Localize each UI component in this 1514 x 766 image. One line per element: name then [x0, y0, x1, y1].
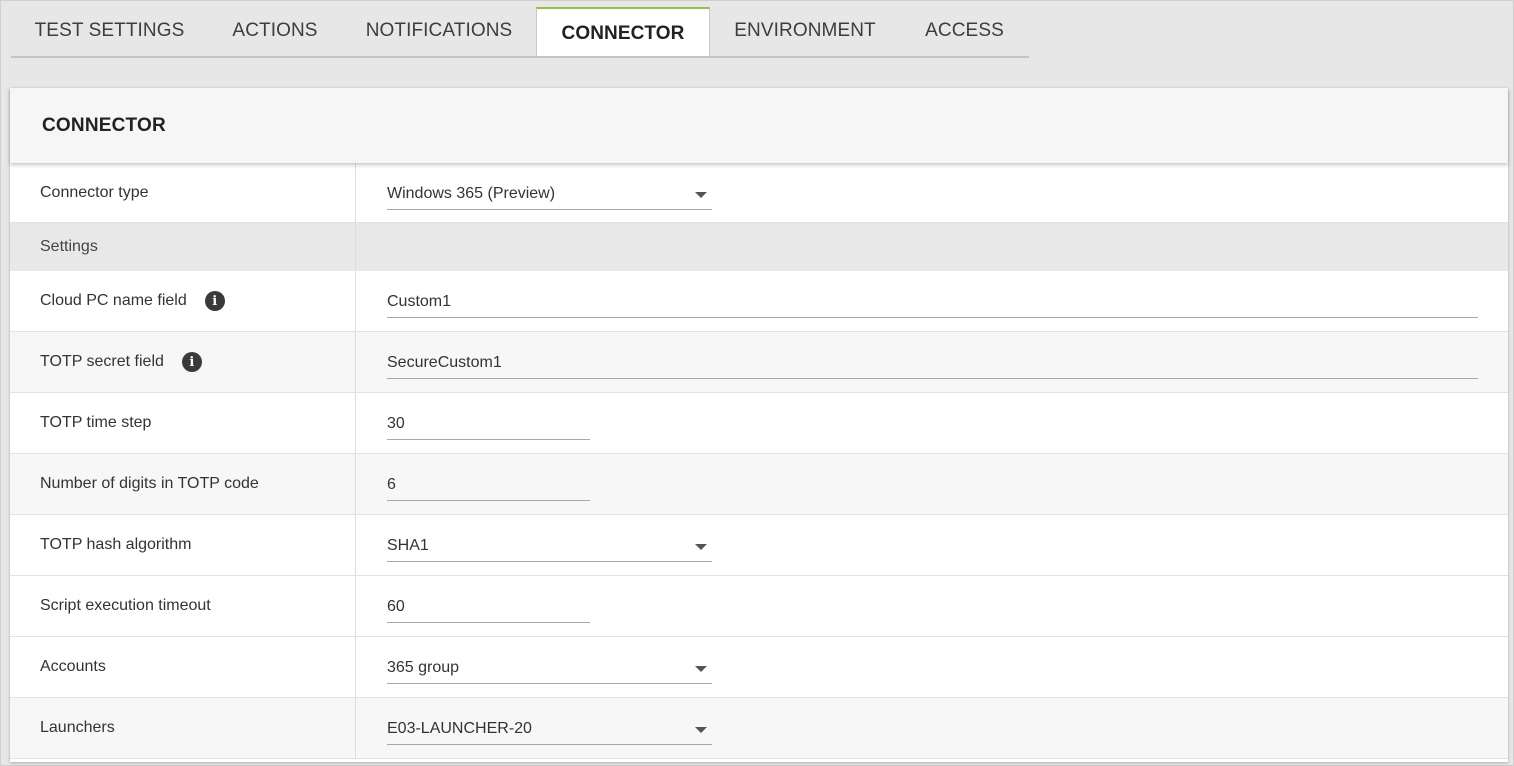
row-totp-digits: Number of digits in TOTP code 6 [10, 454, 1508, 515]
totp-time-step-value: 30 [387, 414, 405, 432]
totp-digits-label: Number of digits in TOTP code [40, 454, 259, 514]
settings-form: Connector type Windows 365 (Preview) Set… [10, 163, 1508, 759]
accounts-select[interactable]: 365 group [387, 654, 712, 684]
script-timeout-input[interactable]: 60 [387, 593, 590, 623]
tab-connector[interactable]: CONNECTOR [536, 7, 710, 56]
connector-type-label-text: Connector type [40, 183, 149, 201]
column-divider [355, 637, 356, 697]
column-divider [355, 576, 356, 636]
cloud-pc-name-label-text: Cloud PC name field [40, 292, 187, 309]
chevron-down-icon [695, 544, 707, 550]
launchers-label: Launchers [40, 698, 115, 758]
accounts-label: Accounts [40, 637, 106, 697]
tab-access[interactable]: ACCESS [900, 7, 1029, 54]
accounts-value: 365 group [387, 658, 460, 676]
script-timeout-value: 60 [387, 597, 405, 615]
totp-secret-input[interactable]: SecureCustom1 [387, 349, 1478, 379]
column-divider [355, 332, 356, 392]
settings-section-label: Settings [40, 223, 98, 271]
column-divider [355, 515, 356, 575]
accounts-label-text: Accounts [40, 658, 106, 675]
column-divider [355, 223, 356, 271]
totp-secret-value: SecureCustom1 [387, 353, 502, 371]
chevron-down-icon [695, 192, 707, 198]
settings-section-header: Settings [10, 223, 1508, 271]
row-totp-time-step: TOTP time step 30 [10, 393, 1508, 454]
settings-section-text: Settings [40, 238, 98, 255]
cloud-pc-name-label: Cloud PC name field i [40, 271, 225, 331]
totp-time-step-label: TOTP time step [40, 393, 151, 453]
totp-time-step-input[interactable]: 30 [387, 410, 590, 440]
info-icon[interactable]: i [204, 291, 225, 311]
column-divider [355, 271, 356, 331]
script-timeout-label-text: Script execution timeout [40, 597, 211, 614]
column-divider [355, 393, 356, 453]
cloud-pc-name-input[interactable]: Custom1 [387, 288, 1478, 318]
connector-type-select[interactable]: Windows 365 (Preview) [387, 180, 712, 210]
chevron-down-icon [695, 666, 707, 672]
tab-test-settings[interactable]: TEST SETTINGS [11, 7, 208, 54]
totp-time-step-label-text: TOTP time step [40, 414, 152, 431]
panel-header: CONNECTOR [10, 88, 1508, 163]
tab-environment[interactable]: ENVIRONMENT [710, 7, 900, 54]
panel-title: CONNECTOR [42, 114, 166, 136]
totp-hash-label-text: TOTP hash algorithm [40, 536, 192, 553]
totp-secret-label: TOTP secret field i [40, 332, 202, 392]
info-icon[interactable]: i [181, 352, 202, 372]
column-divider [355, 698, 356, 758]
tab-notifications[interactable]: NOTIFICATIONS [342, 7, 536, 54]
row-totp-hash: TOTP hash algorithm SHA1 [10, 515, 1508, 576]
row-cloud-pc-name: Cloud PC name field i Custom1 [10, 271, 1508, 332]
totp-digits-label-text: Number of digits in TOTP code [40, 475, 259, 492]
totp-hash-label: TOTP hash algorithm [40, 515, 191, 575]
totp-hash-value: SHA1 [387, 536, 429, 554]
totp-digits-input[interactable]: 6 [387, 471, 590, 501]
tab-actions[interactable]: ACTIONS [208, 7, 342, 54]
totp-secret-label-text: TOTP secret field [40, 353, 164, 370]
row-accounts: Accounts 365 group [10, 637, 1508, 698]
row-launchers: Launchers E03-LAUNCHER-20 [10, 698, 1508, 759]
cloud-pc-name-value: Custom1 [387, 292, 452, 310]
connector-panel: CONNECTOR Connector type Windows 365 (Pr… [10, 88, 1508, 762]
launchers-select[interactable]: E03-LAUNCHER-20 [387, 715, 712, 745]
script-timeout-label: Script execution timeout [40, 576, 211, 636]
row-totp-secret: TOTP secret field i SecureCustom1 [10, 332, 1508, 393]
connector-type-label: Connector type [40, 163, 149, 222]
column-divider [355, 163, 356, 222]
column-divider [355, 454, 356, 514]
connector-type-value: Windows 365 (Preview) [387, 184, 556, 202]
totp-digits-value: 6 [387, 475, 396, 493]
totp-hash-select[interactable]: SHA1 [387, 532, 712, 562]
chevron-down-icon [695, 727, 707, 733]
tab-bar: TEST SETTINGS ACTIONS NOTIFICATIONS CONN… [11, 7, 1029, 58]
launchers-value: E03-LAUNCHER-20 [387, 719, 532, 737]
row-script-timeout: Script execution timeout 60 [10, 576, 1508, 637]
launchers-label-text: Launchers [40, 719, 115, 736]
row-connector-type: Connector type Windows 365 (Preview) [10, 163, 1508, 223]
